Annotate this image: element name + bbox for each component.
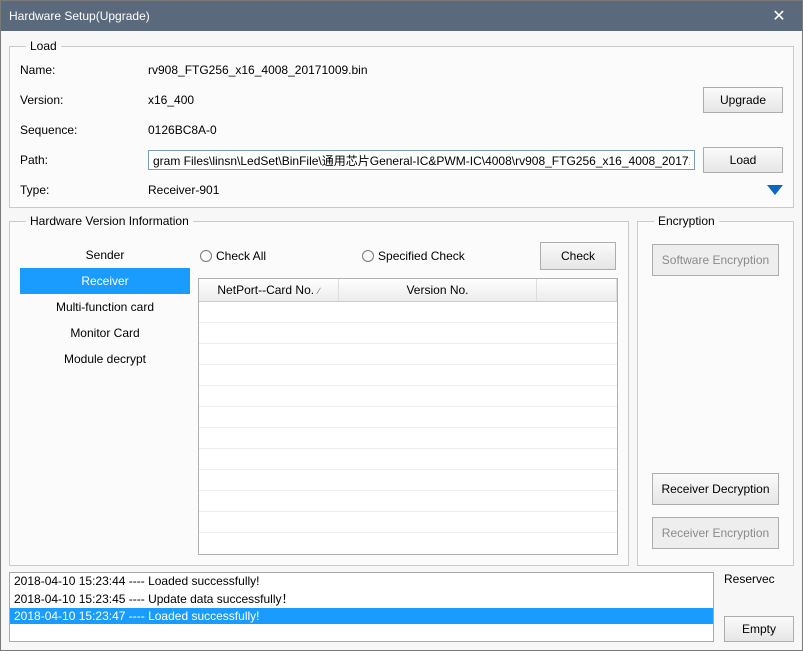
encryption-group: Encryption Software Encryption Receiver … (637, 214, 794, 566)
table-row[interactable] (199, 428, 617, 449)
log-line[interactable]: 2018-04-10 15:23:47 ---- Loaded successf… (10, 608, 713, 624)
table-row[interactable] (199, 365, 617, 386)
table-row[interactable] (199, 407, 617, 428)
empty-button[interactable]: Empty (724, 616, 794, 642)
upgrade-button[interactable]: Upgrade (703, 87, 783, 113)
hw-version-legend: Hardware Version Information (26, 214, 193, 228)
nav-item-module-decrypt[interactable]: Module decrypt (20, 346, 190, 372)
titlebar: Hardware Setup(Upgrade) ✕ (1, 1, 802, 31)
version-label: Version: (20, 93, 140, 107)
type-label: Type: (20, 183, 140, 197)
table-row[interactable] (199, 512, 617, 533)
nav-item-multi-function-card[interactable]: Multi-function card (20, 294, 190, 320)
reserve-label: Reservec (724, 572, 794, 586)
hw-version-group: Hardware Version Information SenderRecei… (9, 214, 629, 566)
load-legend: Load (26, 39, 61, 53)
version-table: NetPort--Card No.∕ Version No. (198, 278, 618, 555)
receiver-decryption-button[interactable]: Receiver Decryption (652, 473, 779, 505)
col-blank (537, 279, 617, 301)
nav-item-monitor-card[interactable]: Monitor Card (20, 320, 190, 346)
sequence-label: Sequence: (20, 123, 140, 137)
table-row[interactable] (199, 302, 617, 323)
close-icon[interactable]: ✕ (764, 1, 794, 31)
receiver-encryption-button[interactable]: Receiver Encryption (652, 517, 779, 549)
software-encryption-button[interactable]: Software Encryption (652, 244, 779, 276)
col-netport[interactable]: NetPort--Card No.∕ (199, 279, 339, 301)
hardware-setup-window: Hardware Setup(Upgrade) ✕ Load Name: rv9… (0, 0, 803, 651)
name-label: Name: (20, 63, 140, 77)
table-row[interactable] (199, 323, 617, 344)
table-body[interactable] (199, 302, 617, 554)
specified-check-radio[interactable]: Specified Check (362, 249, 465, 263)
load-button[interactable]: Load (703, 147, 783, 173)
log-box[interactable]: 2018-04-10 15:23:44 ---- Loaded successf… (9, 572, 714, 642)
type-value: Receiver-901 (148, 183, 695, 197)
table-row[interactable] (199, 449, 617, 470)
encryption-legend: Encryption (654, 214, 719, 228)
col-version[interactable]: Version No. (339, 279, 537, 301)
name-value: rv908_FTG256_x16_4008_20171009.bin (148, 63, 695, 77)
table-row[interactable] (199, 386, 617, 407)
path-label: Path: (20, 153, 140, 167)
window-title: Hardware Setup(Upgrade) (9, 9, 764, 23)
log-line[interactable]: 2018-04-10 15:23:45 ---- Update data suc… (10, 589, 713, 608)
nav-item-receiver[interactable]: Receiver (20, 268, 190, 294)
sort-icon: ∕ (318, 286, 320, 296)
window-body: Load Name: rv908_FTG256_x16_4008_2017100… (1, 31, 802, 650)
table-row[interactable] (199, 491, 617, 512)
path-input[interactable] (148, 150, 695, 170)
chevron-down-icon[interactable] (767, 185, 783, 195)
check-all-radio[interactable]: Check All (200, 249, 266, 263)
nav-item-sender[interactable]: Sender (20, 242, 190, 268)
table-row[interactable] (199, 344, 617, 365)
log-line[interactable]: 2018-04-10 15:23:44 ---- Loaded successf… (10, 573, 713, 589)
load-group: Load Name: rv908_FTG256_x16_4008_2017100… (9, 39, 794, 208)
check-button[interactable]: Check (540, 242, 616, 270)
hw-nav: SenderReceiverMulti-function cardMonitor… (20, 238, 190, 555)
version-value: x16_400 (148, 93, 695, 107)
table-row[interactable] (199, 470, 617, 491)
sequence-value: 0126BC8A-0 (148, 123, 695, 137)
